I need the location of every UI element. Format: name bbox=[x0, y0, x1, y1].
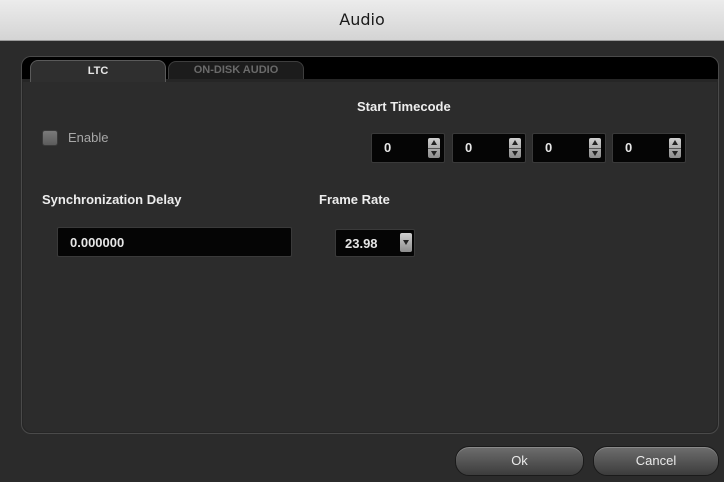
sync-delay-value: 0.000000 bbox=[70, 235, 125, 250]
timecode-seconds-stepper[interactable]: 0 bbox=[532, 133, 606, 163]
enable-checkbox[interactable] bbox=[42, 130, 58, 146]
tab-ltc[interactable]: LTC bbox=[30, 60, 166, 83]
timecode-hours-value: 0 bbox=[384, 140, 392, 155]
stepper-arrows-icon[interactable] bbox=[428, 138, 440, 158]
stepper-arrows-icon[interactable] bbox=[669, 138, 681, 158]
stepper-down-icon[interactable] bbox=[669, 148, 681, 159]
timecode-frames-stepper[interactable]: 0 bbox=[612, 133, 686, 163]
start-timecode-label: Start Timecode bbox=[357, 99, 451, 114]
tab-strip: LTC ON-DISK AUDIO bbox=[22, 57, 718, 83]
window-title: Audio bbox=[339, 10, 385, 29]
stepper-up-icon[interactable] bbox=[428, 138, 440, 148]
stepper-up-icon[interactable] bbox=[509, 138, 521, 148]
sync-delay-input[interactable]: 0.000000 bbox=[57, 227, 292, 257]
enable-label: Enable bbox=[68, 130, 109, 145]
audio-dialog: Audio LTC ON-DISK AUDIO Start Timecode E… bbox=[0, 0, 724, 482]
stepper-down-icon[interactable] bbox=[509, 148, 521, 159]
frame-rate-select[interactable]: 23.98 bbox=[335, 229, 415, 257]
chevron-down-icon[interactable] bbox=[400, 233, 412, 252]
stepper-up-icon[interactable] bbox=[669, 138, 681, 148]
stepper-arrows-icon[interactable] bbox=[509, 138, 521, 158]
frame-rate-label: Frame Rate bbox=[319, 192, 390, 207]
timecode-frames-value: 0 bbox=[625, 140, 633, 155]
stepper-down-icon[interactable] bbox=[428, 148, 440, 159]
tab-on-disk-audio[interactable]: ON-DISK AUDIO bbox=[168, 61, 304, 79]
timecode-hours-stepper[interactable]: 0 bbox=[371, 133, 445, 163]
title-bar: Audio bbox=[0, 0, 724, 41]
frame-rate-value: 23.98 bbox=[345, 236, 378, 251]
timecode-minutes-value: 0 bbox=[465, 140, 473, 155]
ok-button[interactable]: Ok bbox=[455, 446, 584, 476]
timecode-seconds-value: 0 bbox=[545, 140, 553, 155]
timecode-minutes-stepper[interactable]: 0 bbox=[452, 133, 526, 163]
cancel-button[interactable]: Cancel bbox=[593, 446, 719, 476]
stepper-arrows-icon[interactable] bbox=[589, 138, 601, 158]
stepper-up-icon[interactable] bbox=[589, 138, 601, 148]
sync-delay-label: Synchronization Delay bbox=[42, 192, 182, 207]
stepper-down-icon[interactable] bbox=[589, 148, 601, 159]
